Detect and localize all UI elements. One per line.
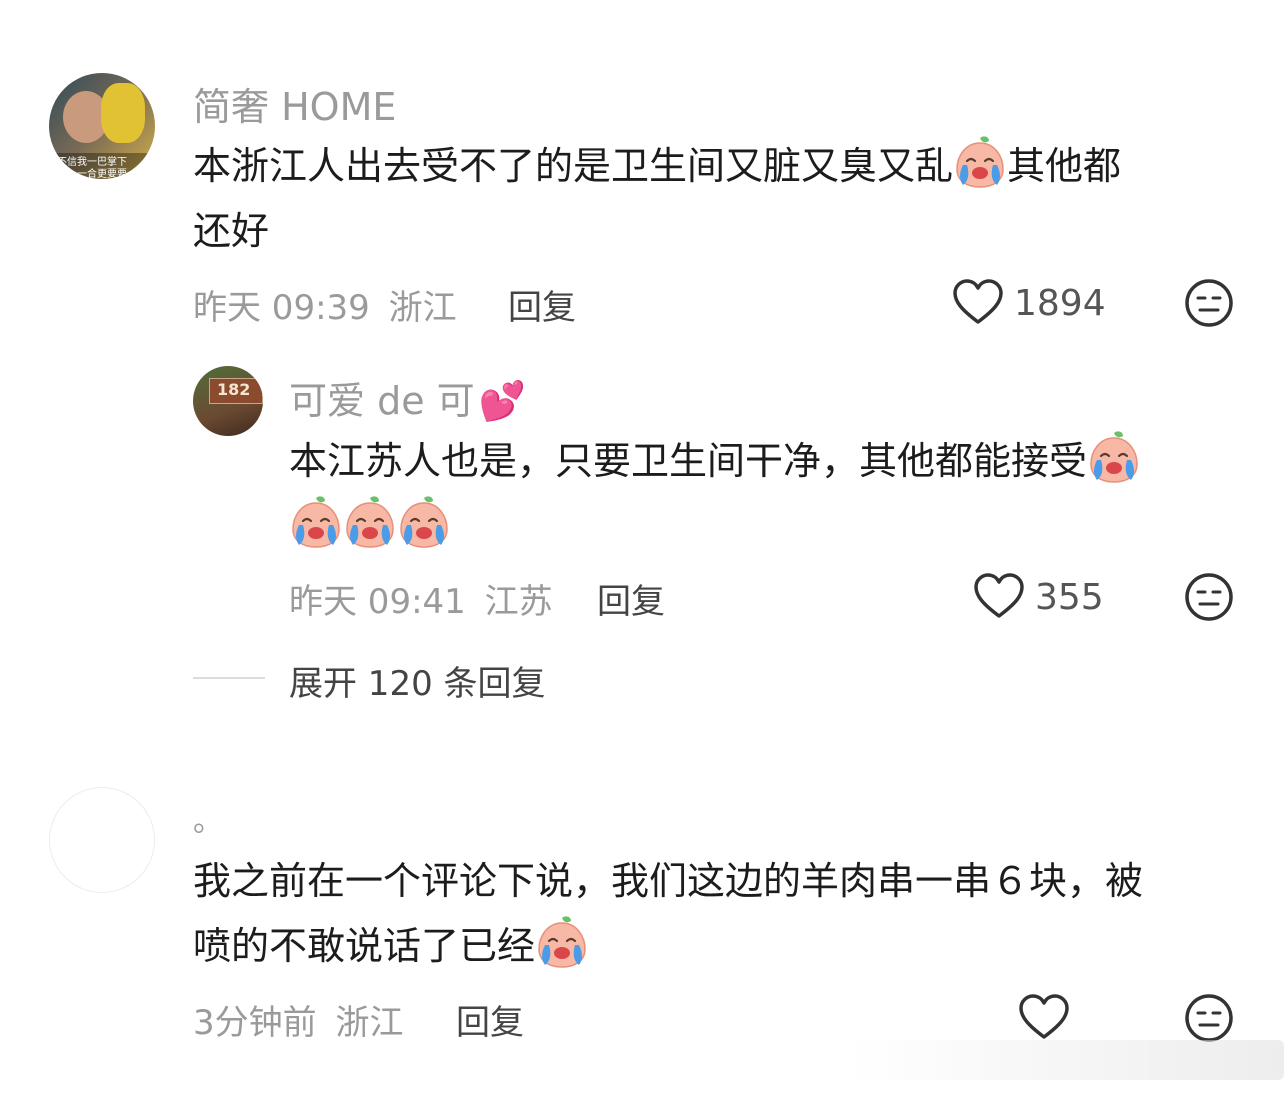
reply-username-text: 可爱 de 可 — [289, 379, 475, 423]
reply-button[interactable]: 回复 — [597, 574, 665, 623]
loudly-crying-peach-emoji — [291, 495, 341, 549]
two-hearts-emoji: 💕 — [478, 379, 526, 423]
like-button[interactable] — [1018, 993, 1074, 1045]
username[interactable]: 。 — [193, 796, 223, 840]
reply-meta: 昨天 09:41 江苏 — [289, 574, 553, 623]
location: 江苏 — [484, 582, 553, 622]
username[interactable]: 简奢 HOME — [193, 76, 396, 131]
avatar-caption: 182 — [217, 380, 251, 399]
reply-avatar[interactable]: 182 — [193, 366, 263, 436]
comment-text: 喷的不敢说话了已经 — [193, 915, 589, 977]
comment-meta: 3分钟前 浙江 — [193, 995, 403, 1044]
dislike-button[interactable] — [1184, 572, 1236, 624]
reply-text: 本江苏人也是，只要卫生间干净，其他都能接受 — [289, 430, 1141, 492]
reply-button[interactable]: 回复 — [508, 280, 576, 329]
watermark-fade — [850, 1040, 1284, 1080]
avatar-caption: 一合更要要 — [77, 169, 127, 179]
comment-text-line: 我之前在一个评论下说，我们这边的羊肉串一串６块，被 — [193, 859, 1144, 903]
like-button[interactable] — [973, 572, 1029, 624]
loudly-crying-peach-emoji — [345, 495, 395, 549]
expand-replies-button[interactable]: 展开 120 条回复 — [289, 656, 546, 705]
timestamp: 昨天 09:41 — [289, 582, 466, 622]
location: 浙江 — [335, 1003, 404, 1043]
dislike-button[interactable] — [1184, 993, 1236, 1045]
comment-meta: 昨天 09:39 浙江 — [193, 280, 457, 329]
like-count: 355 — [1035, 577, 1104, 618]
like-count: 1894 — [1014, 283, 1106, 324]
loudly-crying-peach-emoji — [955, 135, 1005, 189]
reply-username[interactable]: 可爱 de 可 💕 — [289, 370, 526, 425]
comment-text-line-end: 其他都 — [1007, 144, 1122, 188]
meh-face-icon — [1185, 994, 1233, 1042]
loudly-crying-peach-emoji — [537, 915, 587, 969]
timestamp: 3分钟前 — [193, 1003, 317, 1043]
comment-text-line: 喷的不敢说话了已经 — [193, 924, 536, 968]
dislike-button[interactable] — [1184, 278, 1236, 330]
loudly-crying-peach-emoji — [1089, 430, 1139, 484]
reply-button[interactable]: 回复 — [456, 995, 524, 1044]
reply-text-line: 本江苏人也是，只要卫生间干净，其他都能接受 — [289, 439, 1088, 483]
reply-emoji-row — [289, 495, 451, 557]
comment-text: 本浙江人出去受不了的是卫生间又脏又臭又乱 其他都 — [193, 135, 1121, 197]
heart-outline-icon — [1019, 994, 1069, 1039]
comment-text-line: 还好 — [193, 209, 270, 253]
comment-text-line: 本浙江人出去受不了的是卫生间又脏又臭又乱 — [193, 144, 954, 188]
avatar[interactable] — [49, 787, 155, 893]
meh-face-icon — [1185, 573, 1233, 621]
avatar[interactable]: 不信我一巴掌下 一合更要要 — [49, 73, 155, 179]
meh-face-icon — [1185, 279, 1233, 327]
timestamp: 昨天 09:39 — [193, 288, 370, 328]
expand-divider — [193, 677, 265, 679]
heart-outline-icon — [953, 279, 1003, 324]
heart-outline-icon — [974, 573, 1024, 618]
like-button[interactable] — [952, 278, 1012, 330]
loudly-crying-peach-emoji — [399, 495, 449, 549]
location: 浙江 — [388, 288, 457, 328]
